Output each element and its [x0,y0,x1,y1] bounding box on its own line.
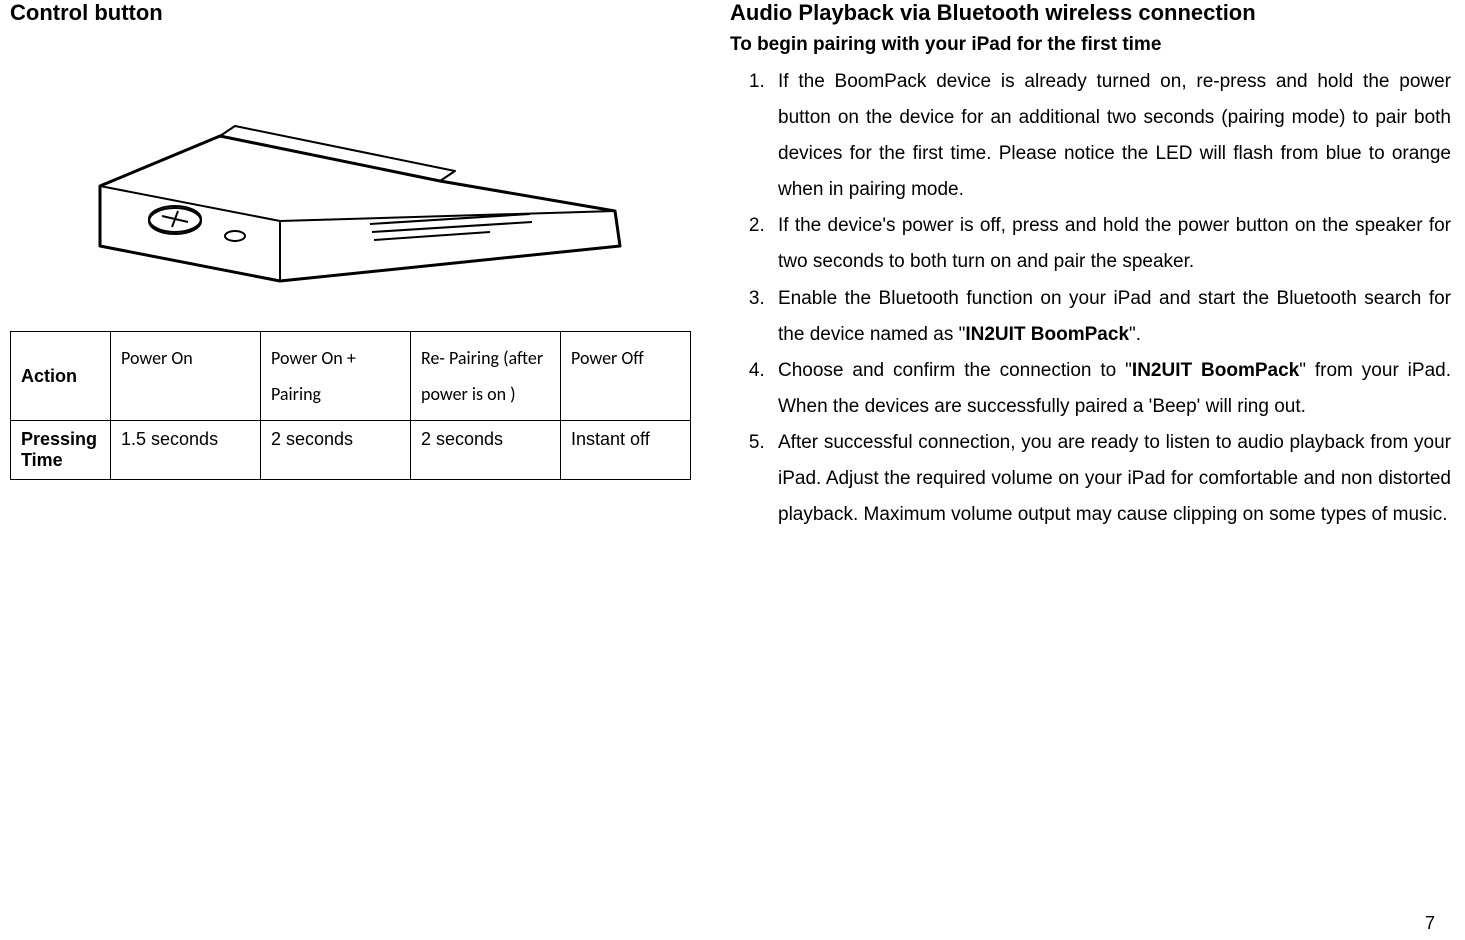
cell-time-2: 2 seconds [261,421,411,480]
list-item: Enable the Bluetooth function on your iP… [770,281,1451,353]
row-label-action: Action [11,332,111,421]
table-row: Action Power On Power On + Pairing Re- P… [11,332,691,421]
step-text: Choose and confirm the connection to " [778,360,1132,381]
cell-time-3: 2 seconds [411,421,561,480]
page-number: 7 [1425,913,1435,934]
right-heading: Audio Playback via Bluetooth wireless co… [730,0,1451,26]
cell-time-1: 1.5 seconds [111,421,261,480]
cell-time-4: Instant off [561,421,691,480]
cell-re-pairing: Re- Pairing (after power is on ) [411,332,561,421]
steps-list: If the BoomPack device is already turned… [730,64,1451,533]
row-label-pressing-time: Pressing Time [11,421,111,480]
device-illustration [60,46,690,301]
left-heading: Control button [10,0,690,26]
right-subheading: To begin pairing with your iPad for the … [730,34,1451,56]
list-item: If the device's power is off, press and … [770,208,1451,280]
step-text: After successful connection, you are rea… [778,432,1451,525]
device-name-bold: IN2UIT BoomPack [965,324,1129,345]
list-item: If the BoomPack device is already turned… [770,64,1451,208]
control-button-table: Action Power On Power On + Pairing Re- P… [10,331,691,480]
device-name-bold: IN2UIT BoomPack [1132,360,1299,381]
cell-power-off: Power Off [561,332,691,421]
table-row: Pressing Time 1.5 seconds 2 seconds 2 se… [11,421,691,480]
list-item: Choose and confirm the connection to "IN… [770,353,1451,425]
step-text: If the BoomPack device is already turned… [778,71,1451,200]
step-text: ". [1129,324,1141,345]
step-text: If the device's power is off, press and … [778,215,1451,272]
cell-power-on-pairing: Power On + Pairing [261,332,411,421]
list-item: After successful connection, you are rea… [770,425,1451,533]
cell-power-on: Power On [111,332,261,421]
